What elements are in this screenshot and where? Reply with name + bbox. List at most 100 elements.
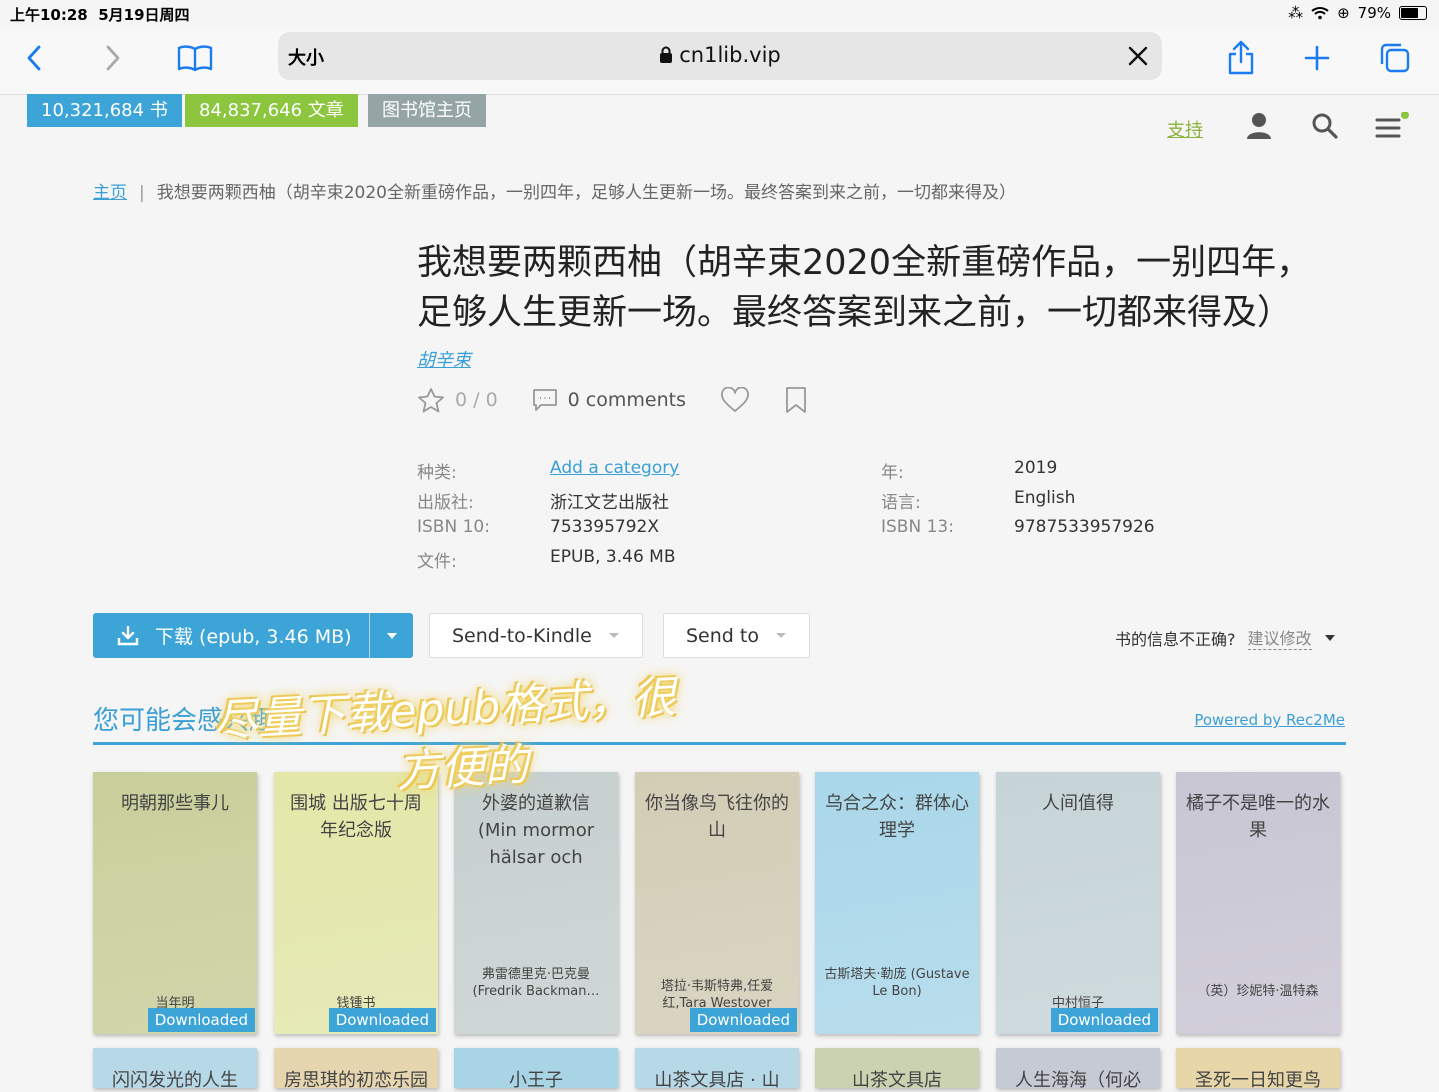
bookmark-icon	[786, 387, 806, 413]
details-left: 种类: Add a category 出版社: 浙江文艺出版社 ISBN 10: 75…	[417, 458, 679, 576]
book-card[interactable]: 围城 出版七十周年纪念版 钱锺书 Downloaded	[274, 772, 438, 1034]
book-card-author: 古斯塔夫·勒庞 (Gustave Le Bon)	[824, 967, 970, 999]
book-card[interactable]: 山茶文具店	[815, 1048, 979, 1091]
downloaded-badge: Downloaded	[147, 1008, 255, 1032]
detail-row-isbn13: ISBN 13: 9787533957926	[881, 517, 1155, 537]
orientation-lock-icon: ⊕	[1337, 4, 1350, 22]
back-button[interactable]	[15, 38, 55, 78]
download-button[interactable]: 下载 (epub, 3.46 MB)	[93, 622, 369, 649]
book-card-title: 小王子	[509, 1070, 563, 1091]
caret-down-icon	[608, 632, 619, 638]
status-indicators: ⁂ ⊕ 79%	[1288, 4, 1427, 22]
tabs-button[interactable]	[1375, 38, 1415, 78]
book-title: 我想要两颗西柚（胡辛束2020全新重磅作品，一别四年， 足够人生更新一场。最终答…	[417, 243, 1312, 333]
library-home-link[interactable]: 图书馆主页	[368, 94, 486, 127]
detail-row-isbn10: ISBN 10: 753395792X	[417, 517, 659, 537]
caret-down-icon[interactable]	[1324, 634, 1336, 642]
book-card-title: 橘子不是唯一的水果	[1186, 793, 1330, 841]
chevron-right-icon	[106, 45, 120, 71]
bookmarks-button[interactable]	[175, 38, 215, 78]
detail-row-file: 文件: EPUB, 3.46 MB	[417, 546, 676, 572]
share-icon	[1228, 40, 1254, 75]
book-card[interactable]: 小王子	[454, 1048, 618, 1091]
download-icon	[117, 625, 139, 645]
rating[interactable]: 0 / 0	[417, 387, 498, 413]
book-card-author: 弗雷德里克·巴克曼 (Fredrik Backman…	[472, 967, 600, 999]
detail-row-publisher: 出版社: 浙江文艺出版社	[417, 492, 669, 513]
tabs-icon	[1380, 43, 1410, 73]
book-card[interactable]: 山茶文具店 · 山	[635, 1048, 799, 1091]
book-card[interactable]: 人间值得 中村恒子 Downloaded	[996, 772, 1160, 1034]
breadcrumb: 主页 | 我想要两颗西柚（胡辛束2020全新重磅作品，一别四年，足够人生更新一场。最…	[93, 178, 1016, 203]
lock-icon	[660, 46, 673, 63]
comments-link[interactable]: 0 comments	[532, 388, 686, 412]
send-to-button[interactable]: Send to	[663, 613, 810, 658]
detail-row-year: 年: 2019	[881, 458, 1058, 483]
status-time: 上午10:28 5月19日周四	[10, 6, 190, 24]
wifi-icon	[1311, 7, 1329, 20]
address-bar[interactable]: 大小 cn1lib.vip	[278, 32, 1162, 80]
battery-percent: 79%	[1357, 4, 1391, 22]
book-card-title: 你当像鸟飞往你的山	[645, 793, 789, 841]
suggest-edit-link[interactable]: 建议修改	[1247, 625, 1312, 650]
chevron-left-icon	[27, 45, 41, 71]
browser-toolbar: 大小 cn1lib.vip	[0, 28, 1439, 95]
book-card[interactable]: 外婆的道歉信 (Min mormor hälsar och 弗雷德里克·巴克曼 (…	[454, 772, 618, 1034]
search-icon[interactable]	[1311, 112, 1339, 144]
book-card-title: 圣死一日知更鸟	[1195, 1070, 1321, 1091]
favorite-button[interactable]	[720, 387, 750, 413]
site-header: 10,321,684 书 84,837,646 文章 图书馆主页 支持	[0, 94, 1439, 164]
book-card-title: 人生海海（何必	[1015, 1070, 1141, 1091]
articles-count-badge[interactable]: 84,837,646 文章	[185, 94, 358, 127]
add-category-link[interactable]: Add a category	[550, 458, 679, 488]
book-card-title: 人间值得	[1042, 793, 1114, 814]
book-card[interactable]: 乌合之众：群体心理学古斯塔夫·勒庞 (Gustave Le Bon)	[815, 772, 979, 1034]
url-display[interactable]: cn1lib.vip	[278, 43, 1162, 67]
star-icon	[418, 388, 444, 413]
support-link[interactable]: 支持	[1167, 116, 1203, 142]
download-options-toggle[interactable]	[370, 632, 413, 640]
plus-icon	[1304, 45, 1330, 71]
breadcrumb-home-link[interactable]: 主页	[93, 183, 127, 203]
share-button[interactable]	[1221, 38, 1261, 78]
book-meta-row: 0 / 0 0 comments	[417, 386, 842, 414]
bookmark-button[interactable]	[784, 386, 808, 414]
heart-icon	[721, 387, 749, 412]
book-card[interactable]: 闪闪发光的人生	[93, 1048, 257, 1091]
battery-icon	[1399, 6, 1427, 20]
downloaded-badge: Downloaded	[328, 1008, 436, 1032]
powered-by-link[interactable]: Powered by Rec2Me	[1194, 711, 1345, 729]
close-icon[interactable]	[1126, 44, 1150, 68]
book-card-title: 闪闪发光的人生	[112, 1070, 238, 1091]
status-bar: 上午10:28 5月19日周四 ⁂ ⊕ 79%	[0, 0, 1439, 28]
books-count-badge[interactable]: 10,321,684 书	[27, 94, 182, 127]
book-card[interactable]: 人生海海（何必	[996, 1048, 1160, 1091]
breadcrumb-current: 我想要两颗西柚（胡辛束2020全新重磅作品，一别四年，足够人生更新一场。最终答案…	[156, 183, 1016, 203]
book-card-title: 山茶文具店 · 山	[654, 1070, 780, 1091]
caret-down-icon	[386, 632, 397, 639]
book-card[interactable]: 房思琪的初恋乐园	[274, 1048, 438, 1091]
book-card[interactable]: 橘子不是唯一的水果 （英）珍妮特·温特森	[1176, 772, 1340, 1034]
book-card-title: 山茶文具店	[852, 1070, 942, 1091]
breadcrumb-separator: |	[139, 183, 145, 203]
book-card[interactable]: 你当像鸟飞往你的山塔拉·韦斯特弗,任爱红,Tara Westover Downlo…	[635, 772, 799, 1034]
author-link[interactable]: 胡辛束	[417, 346, 471, 372]
book-card-author: 塔拉·韦斯特弗,任爱红,Tara Westover	[660, 979, 774, 1011]
handwritten-annotation: 尽量下载epub格式，很 方便的	[212, 671, 678, 798]
download-button-group: 下载 (epub, 3.46 MB)	[93, 613, 413, 658]
book-card[interactable]: 圣死一日知更鸟	[1176, 1048, 1340, 1091]
book-card-title: 乌合之众：群体心理学	[825, 793, 969, 841]
book-card-title: 房思琪的初恋乐园	[284, 1070, 428, 1091]
detail-row-category: 种类: Add a category	[417, 458, 679, 488]
detail-row-language: 语言: English	[881, 487, 1076, 513]
send-to-kindle-button[interactable]: Send-to-Kindle	[429, 613, 643, 658]
new-tab-button[interactable]	[1297, 38, 1337, 78]
book-icon	[177, 45, 213, 72]
user-icon[interactable]	[1246, 112, 1272, 144]
downloaded-badge: Downloaded	[689, 1008, 797, 1032]
book-card-title: 外婆的道歉信 (Min mormor hälsar och	[477, 793, 595, 868]
details-right: 年: 2019 语言: English ISBN 13: 9787533957926	[881, 458, 1155, 547]
menu-icon[interactable]	[1375, 111, 1409, 146]
forward-button[interactable]	[92, 38, 132, 78]
caret-down-icon	[775, 632, 786, 638]
